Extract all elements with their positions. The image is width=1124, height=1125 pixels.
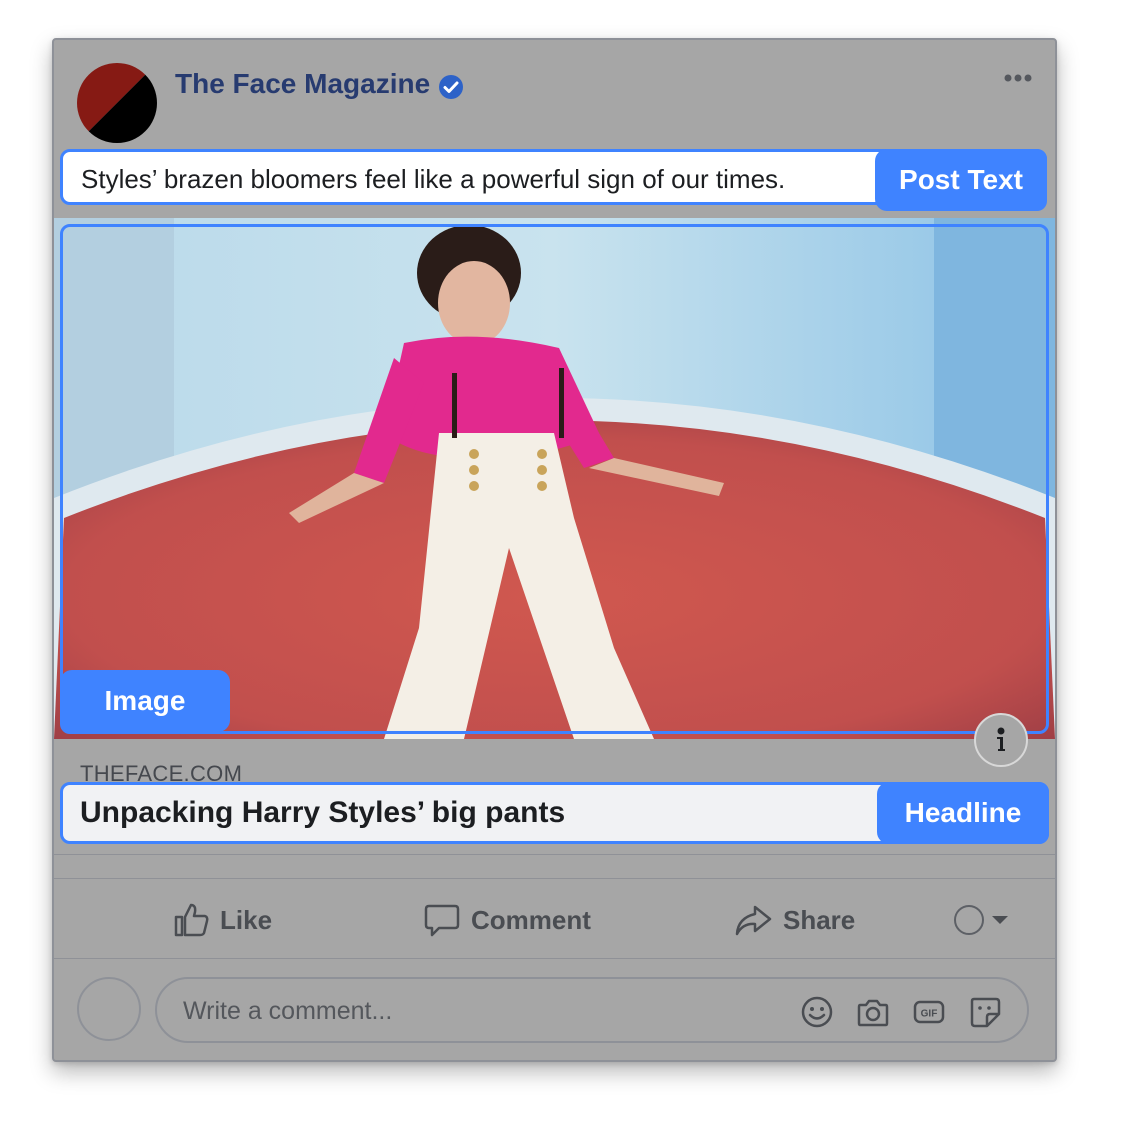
smiley-icon[interactable]	[800, 995, 834, 1029]
audience-selector[interactable]	[954, 902, 1018, 938]
headline-highlight[interactable]: Unpacking Harry Styles’ big pants Headli…	[60, 782, 1049, 844]
verified-badge-icon	[439, 75, 463, 99]
comment-input[interactable]	[181, 993, 765, 1029]
post-text-highlight: Styles’ brazen bloomers feel like a powe…	[60, 149, 1047, 211]
comment-button[interactable]: Comment	[423, 900, 591, 940]
like-label: Like	[220, 904, 273, 935]
profile-circle-icon	[954, 905, 984, 935]
camera-icon[interactable]	[856, 995, 890, 1029]
like-button[interactable]: Like	[172, 900, 272, 940]
post-text-label: Post Text	[875, 149, 1047, 211]
user-avatar	[77, 977, 141, 1041]
share-arrow-icon	[735, 905, 772, 936]
speech-bubble-icon	[424, 904, 460, 937]
share-label: Share	[783, 904, 856, 935]
post-image[interactable]	[54, 218, 1055, 739]
thumbs-up-icon	[174, 903, 209, 937]
link-headline[interactable]: Unpacking Harry Styles’ big pants	[80, 796, 565, 830]
share-button[interactable]: Share	[733, 900, 855, 940]
info-icon	[997, 727, 1005, 751]
more-options-icon[interactable]	[1000, 70, 1036, 86]
divider	[54, 878, 1055, 879]
gif-icon[interactable]: GIF	[912, 995, 946, 1029]
page-avatar[interactable]	[77, 63, 157, 143]
sticker-icon[interactable]	[968, 995, 1002, 1029]
headline-label: Headline	[877, 782, 1049, 844]
divider	[54, 854, 1055, 855]
image-label: Image	[60, 670, 230, 732]
comment-box[interactable]: GIF	[155, 977, 1029, 1043]
page-name-link[interactable]: The Face Magazine	[175, 68, 430, 100]
svg-text:GIF: GIF	[921, 1009, 938, 1020]
post-card: The Face Magazine Styles’ brazen bloomer…	[52, 38, 1057, 1062]
comment-label: Comment	[471, 904, 591, 935]
post-text: Styles’ brazen bloomers feel like a powe…	[81, 164, 786, 194]
info-button[interactable]	[974, 713, 1028, 767]
divider	[54, 958, 1055, 959]
caret-down-icon	[992, 916, 1008, 924]
